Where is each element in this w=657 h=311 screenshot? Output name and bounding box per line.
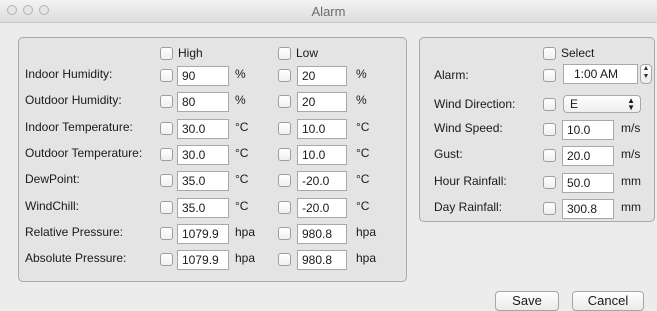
row-checkbox[interactable]	[543, 175, 556, 189]
low-unit: hpa	[356, 224, 377, 239]
row-checkbox[interactable]	[543, 123, 556, 136]
high-checkbox[interactable]	[160, 253, 173, 267]
row-label: Absolute Pressure:	[25, 251, 127, 266]
high-checkbox[interactable]	[160, 200, 173, 214]
wind-direction-checkbox[interactable]	[543, 98, 556, 111]
cancel-button[interactable]: Cancel	[572, 291, 644, 311]
low-unit: °C	[356, 198, 370, 213]
low-unit: °C	[356, 145, 370, 160]
high-checkbox[interactable]	[160, 226, 173, 240]
low-checkbox[interactable]	[278, 226, 291, 240]
row-label: Day Rainfall:	[434, 199, 503, 214]
row-value-field[interactable]: 10.0	[562, 120, 614, 140]
save-button[interactable]: Save	[495, 291, 559, 311]
high-unit: %	[235, 93, 246, 108]
low-value-field[interactable]: 20	[297, 66, 347, 86]
wind-direction-select[interactable]: E ▲ ▼	[563, 95, 641, 113]
low-unit: °C	[356, 119, 370, 134]
row-label: WindChill:	[25, 198, 80, 213]
low-value-field[interactable]: 10.0	[297, 144, 347, 165]
low-select-checkbox[interactable]	[278, 47, 291, 60]
row-label: Gust:	[434, 147, 463, 162]
alarm-time-field[interactable]: 1:00 AM	[563, 64, 638, 84]
row-label: Relative Pressure:	[25, 224, 124, 239]
low-unit: hpa	[356, 251, 377, 266]
high-value-field[interactable]: 35.0	[177, 197, 229, 218]
low-checkbox[interactable]	[278, 69, 291, 82]
low-checkbox[interactable]	[278, 95, 291, 109]
high-unit: °C	[235, 172, 249, 187]
select-checkbox[interactable]	[543, 47, 556, 60]
row-label: Hour Rainfall:	[434, 173, 507, 188]
low-value-field[interactable]: 980.8	[297, 250, 347, 271]
row-unit: m/s	[621, 121, 641, 135]
high-unit: °C	[235, 198, 249, 213]
high-checkbox[interactable]	[160, 69, 173, 82]
alarm-label: Alarm:	[434, 68, 469, 82]
row-value-field[interactable]: 50.0	[562, 172, 614, 193]
row-label: DewPoint:	[25, 172, 80, 187]
high-unit: °C	[235, 119, 249, 134]
row-unit: mm	[621, 199, 641, 214]
select-column-label: Select	[561, 46, 595, 60]
low-value-field[interactable]: 20	[297, 92, 347, 113]
high-value-field[interactable]: 1079.9	[177, 250, 229, 271]
low-value-field[interactable]: 10.0	[297, 118, 347, 139]
high-unit: %	[235, 67, 246, 81]
high-checkbox[interactable]	[160, 121, 173, 135]
high-value-field[interactable]: 30.0	[177, 118, 229, 139]
row-checkbox[interactable]	[543, 201, 556, 215]
row-label: Wind Speed:	[434, 121, 503, 135]
row-label: Indoor Temperature:	[25, 119, 133, 134]
low-unit: %	[356, 67, 367, 81]
high-value-field[interactable]: 80	[177, 92, 229, 113]
high-value-field[interactable]: 90	[177, 66, 229, 86]
low-unit: %	[356, 93, 367, 108]
wind-direction-label: Wind Direction:	[434, 97, 516, 111]
row-label: Outdoor Temperature:	[25, 145, 143, 160]
low-checkbox[interactable]	[278, 147, 291, 161]
high-checkbox[interactable]	[160, 147, 173, 161]
row-value-field[interactable]: 300.8	[562, 198, 614, 219]
low-value-field[interactable]: -20.0	[297, 171, 347, 192]
low-column-label: Low	[296, 46, 319, 60]
alarm-time-stepper[interactable]: ▲ ▼	[640, 64, 652, 84]
alarm-checkbox[interactable]	[543, 69, 556, 82]
high-column-label: High	[178, 46, 203, 60]
row-label: Outdoor Humidity:	[25, 93, 122, 108]
low-checkbox[interactable]	[278, 121, 291, 135]
high-select-checkbox[interactable]	[160, 47, 173, 60]
up-down-arrows-icon: ▲ ▼	[627, 96, 635, 112]
low-value-field[interactable]: 980.8	[297, 223, 347, 244]
high-unit: °C	[235, 145, 249, 160]
low-checkbox[interactable]	[278, 174, 291, 188]
row-checkbox[interactable]	[543, 149, 556, 163]
low-checkbox[interactable]	[278, 200, 291, 214]
high-checkbox[interactable]	[160, 95, 173, 109]
high-value-field[interactable]: 1079.9	[177, 223, 229, 244]
high-unit: hpa	[235, 224, 256, 239]
low-value-field[interactable]: -20.0	[297, 197, 347, 218]
high-unit: hpa	[235, 251, 256, 266]
row-value-field[interactable]: 20.0	[562, 146, 614, 167]
low-unit: °C	[356, 172, 370, 187]
high-value-field[interactable]: 35.0	[177, 171, 229, 192]
row-unit: m/s	[621, 147, 641, 162]
low-checkbox[interactable]	[278, 253, 291, 267]
title-bar: Alarm	[0, 0, 657, 23]
high-value-field[interactable]: 30.0	[177, 144, 229, 165]
high-checkbox[interactable]	[160, 174, 173, 188]
row-unit: mm	[621, 173, 641, 188]
window-title: Alarm	[311, 4, 346, 19]
wind-direction-value: E	[570, 97, 579, 111]
row-label: Indoor Humidity:	[25, 67, 113, 81]
